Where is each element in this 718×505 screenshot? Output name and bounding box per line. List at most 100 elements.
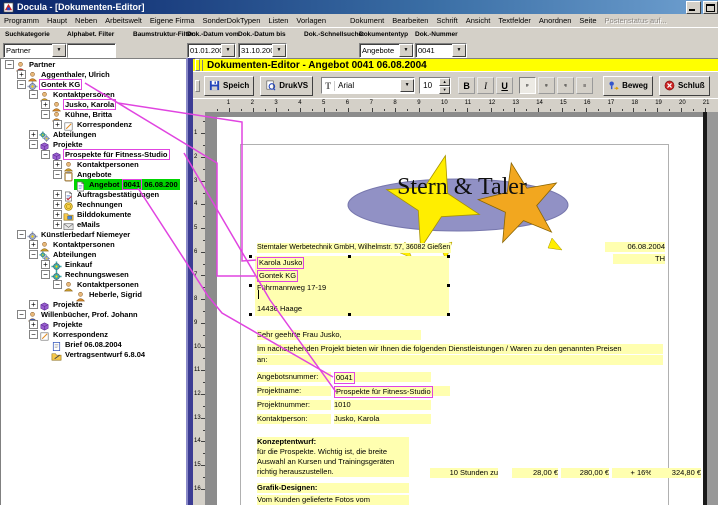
- expand-icon[interactable]: +: [53, 200, 62, 209]
- field-value-projektnummer[interactable]: 1010: [334, 400, 431, 410]
- minimize-button[interactable]: [686, 1, 701, 14]
- addr-city[interactable]: 14436 Haage: [257, 304, 302, 314]
- body-par-line1[interactable]: Im nachstehenden Projekt bieten wir Ihne…: [257, 344, 663, 354]
- tree-item[interactable]: −Künstlerbedarf Niemeyer: [1, 229, 187, 239]
- collapse-icon[interactable]: −: [29, 140, 38, 149]
- addr-street[interactable]: Führmannweg 17-19: [257, 283, 326, 293]
- selection-handle[interactable]: [348, 255, 351, 258]
- selection-handle[interactable]: [249, 255, 252, 258]
- collapse-icon[interactable]: −: [17, 80, 26, 89]
- date-value[interactable]: 06.08.2004: [605, 242, 665, 252]
- tree-item[interactable]: −Korrespondenz: [1, 329, 187, 339]
- tree-item[interactable]: +Kontaktpersonen: [1, 239, 187, 249]
- expand-icon[interactable]: +: [17, 70, 26, 79]
- collapse-icon[interactable]: −: [41, 110, 50, 119]
- item1-desc-line2[interactable]: Auswahl an Kursen und Trainingsgeräten: [257, 457, 409, 467]
- item2-desc-line1[interactable]: Vom Kunden gelieferte Fotos vom: [257, 495, 409, 505]
- item1-title[interactable]: Konzeptentwurf:: [257, 437, 409, 447]
- expand-icon[interactable]: +: [29, 320, 38, 329]
- tree-item[interactable]: +Projekte: [1, 319, 187, 329]
- align-right-button[interactable]: [557, 77, 574, 94]
- menu-listen[interactable]: Listen: [264, 16, 292, 25]
- item1-rate[interactable]: 28,00 €: [512, 468, 558, 478]
- tree-item[interactable]: +eMails: [1, 219, 187, 229]
- collapse-icon[interactable]: −: [17, 310, 26, 319]
- collapse-icon[interactable]: −: [29, 90, 38, 99]
- body-par-line2[interactable]: an:: [257, 355, 663, 365]
- collapse-icon[interactable]: −: [53, 170, 62, 179]
- date-from-select[interactable]: 01.01.2000 ▼: [187, 43, 236, 58]
- addr-name[interactable]: Karola Jusko: [257, 257, 304, 267]
- italic-button[interactable]: I: [477, 77, 494, 94]
- expand-icon[interactable]: +: [29, 130, 38, 139]
- chevron-down-icon[interactable]: ▼: [400, 79, 414, 92]
- selection-handle[interactable]: [249, 284, 252, 287]
- field-label-projektname[interactable]: Projektname:: [257, 386, 331, 396]
- tree-item[interactable]: +Projekte: [1, 299, 187, 309]
- menu-textfelder[interactable]: Textfelder: [494, 16, 535, 25]
- collapse-icon[interactable]: −: [29, 250, 38, 259]
- doctype-select[interactable]: Angebote ▼: [359, 43, 414, 58]
- collapse-icon[interactable]: −: [5, 60, 14, 69]
- tree-item[interactable]: −Rechnungswesen: [1, 269, 187, 279]
- menu-haupt[interactable]: Haupt: [43, 16, 71, 25]
- tree-item[interactable]: −Willenbücher, Prof. Johann: [1, 309, 187, 319]
- collapse-icon[interactable]: −: [29, 330, 38, 339]
- move-button[interactable]: Beweg: [603, 76, 653, 96]
- menu-neben[interactable]: Neben: [71, 16, 101, 25]
- field-value-projektname[interactable]: Prospekte für Fitness-Studio: [334, 386, 450, 396]
- menu-ansicht[interactable]: Ansicht: [462, 16, 495, 25]
- tree-item[interactable]: −Kontaktpersonen: [1, 279, 187, 289]
- tree-item[interactable]: +Auftragsbestätigungen: [1, 189, 187, 199]
- menu-programm[interactable]: Programm: [0, 16, 43, 25]
- menu-anordnen[interactable]: Anordnen: [535, 16, 576, 25]
- tree-item[interactable]: +Bilddokumente: [1, 209, 187, 219]
- item2-title[interactable]: Grafik-Designen:: [257, 483, 409, 493]
- expand-icon[interactable]: +: [29, 300, 38, 309]
- tree-item[interactable]: −Kontaktpersonen: [1, 89, 187, 99]
- toolbar-grip[interactable]: [195, 80, 200, 92]
- tree-item[interactable]: +Abteilungen: [1, 129, 187, 139]
- selection-handle[interactable]: [447, 255, 450, 258]
- expand-icon[interactable]: +: [53, 210, 62, 219]
- chevron-down-icon[interactable]: ▼: [272, 44, 286, 57]
- toolbar-grip[interactable]: [195, 59, 200, 71]
- selection-handle[interactable]: [447, 313, 450, 316]
- expand-icon[interactable]: +: [53, 220, 62, 229]
- docnumber-select[interactable]: 0041 ▼: [415, 43, 467, 58]
- tree-item[interactable]: Brief 06.08.2004: [1, 339, 187, 349]
- selection-handle[interactable]: [348, 313, 351, 316]
- item1-vat[interactable]: + 16%: [612, 468, 652, 478]
- chevron-down-icon[interactable]: ▼: [399, 44, 413, 57]
- maximize-button[interactable]: [703, 1, 718, 14]
- tree-item[interactable]: −Projekte: [1, 139, 187, 149]
- selection-handle[interactable]: [249, 313, 252, 316]
- print-preview-button[interactable]: DrukVS: [260, 76, 313, 96]
- menu-schrift[interactable]: Schrift: [432, 16, 461, 25]
- initials-value[interactable]: TH: [613, 254, 665, 264]
- addr-company[interactable]: Gontek KG: [257, 270, 298, 280]
- save-button[interactable]: Speich: [204, 76, 254, 96]
- collapse-icon[interactable]: −: [53, 280, 62, 289]
- menu-bearbeiten[interactable]: Bearbeiten: [388, 16, 432, 25]
- chevron-down-icon[interactable]: ▼: [452, 44, 466, 57]
- field-label-kontaktperson[interactable]: Kontaktperson:: [257, 414, 331, 424]
- item1-desc-line3[interactable]: richtig herauszustellen.: [257, 467, 409, 477]
- collapse-icon[interactable]: −: [41, 270, 50, 279]
- collapse-icon[interactable]: −: [41, 150, 50, 159]
- tree-item[interactable]: −Abteilungen: [1, 249, 187, 259]
- tree-item[interactable]: −Kühne, Britta: [1, 109, 187, 119]
- font-family-select[interactable]: T Arial ▼: [321, 77, 415, 94]
- tree-item[interactable]: −Prospekte für Fitness-Studio: [1, 149, 187, 159]
- menu-dokument[interactable]: Dokument: [346, 16, 388, 25]
- menu-sonderdoktypen[interactable]: SonderDokTypen: [198, 16, 264, 25]
- font-size-stepper[interactable]: 10 ▲▼: [419, 77, 451, 94]
- date-to-select[interactable]: 31.10.2004 ▼: [238, 43, 287, 58]
- expand-icon[interactable]: +: [53, 190, 62, 199]
- tree-item[interactable]: +Kontaktpersonen: [1, 159, 187, 169]
- field-value-angebotsnummer[interactable]: 0041: [334, 372, 431, 382]
- item1-desc-line1[interactable]: für die Prospekte. Wichtig ist, die brei…: [257, 447, 409, 457]
- close-document-button[interactable]: Schluß: [659, 76, 710, 96]
- bold-button[interactable]: B: [458, 77, 475, 94]
- bullet-list-button[interactable]: [576, 77, 593, 94]
